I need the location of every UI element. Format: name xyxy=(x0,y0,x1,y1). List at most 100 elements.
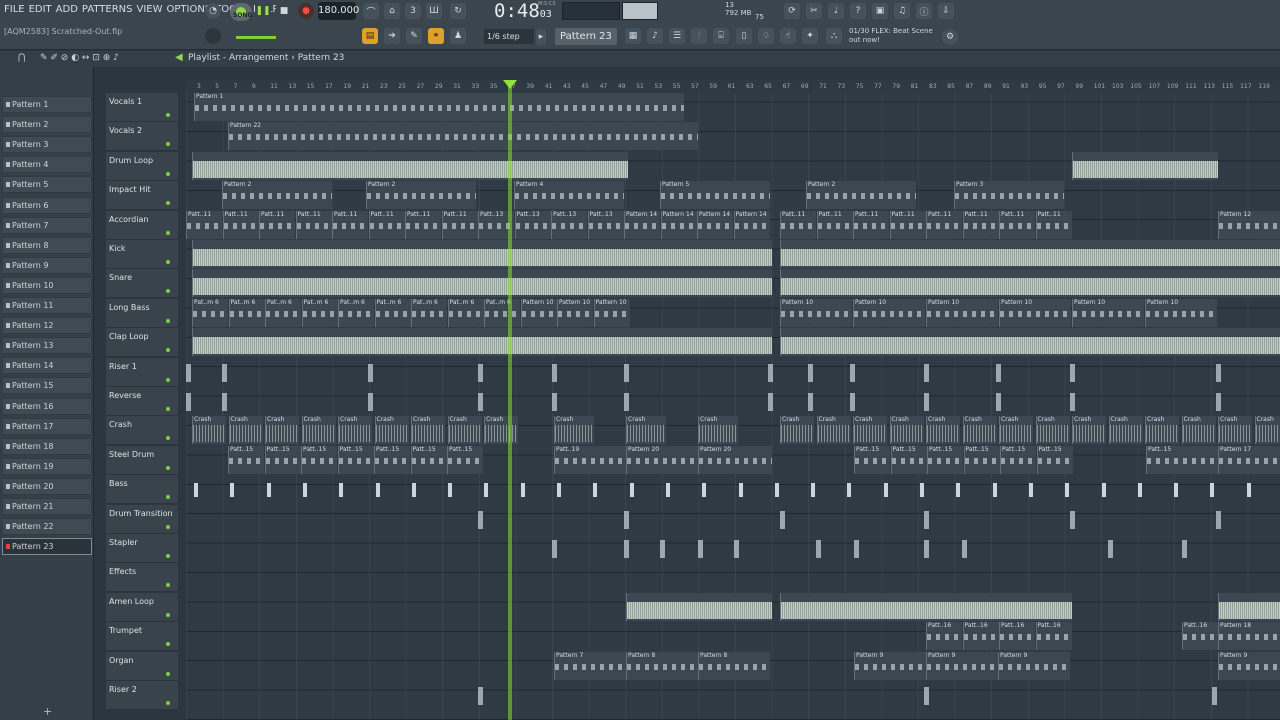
track-header[interactable]: Drum Loop xyxy=(106,151,178,181)
pattern-list-item[interactable]: Pattern 18 xyxy=(2,437,92,455)
track-header[interactable]: Vocals 1 xyxy=(106,93,178,122)
playlist-clip[interactable]: Pattern 9 xyxy=(998,651,1070,680)
bass-note-clip[interactable] xyxy=(883,483,888,498)
track-header[interactable]: Crash xyxy=(106,416,178,446)
playlist-clip[interactable]: Patt..13 xyxy=(587,210,624,239)
playlist-clip[interactable] xyxy=(780,240,1280,268)
track-header[interactable]: Riser 1 xyxy=(106,357,178,387)
track-mute-led[interactable] xyxy=(166,436,170,441)
wait-input-icon[interactable]: ⌂ xyxy=(384,3,400,19)
track-header[interactable]: Long Bass xyxy=(106,298,178,328)
marker-clip[interactable] xyxy=(478,393,483,411)
playlist-clip[interactable]: Pattern 8 xyxy=(698,651,770,680)
prev-pattern-icon[interactable]: ▸ xyxy=(536,29,546,45)
playlist-clip[interactable]: Crash xyxy=(780,416,814,445)
playlist-clip[interactable]: Patt..16 xyxy=(1182,622,1218,651)
marker-clip[interactable] xyxy=(186,393,191,411)
playlist-clip[interactable]: Pattern 10 xyxy=(557,298,593,327)
playlist-clip[interactable]: Patt..11 xyxy=(405,210,441,239)
playlist-clip[interactable]: Pattern 20 xyxy=(626,445,698,474)
playlist-clip[interactable]: Crash xyxy=(816,416,851,445)
track-header[interactable]: Trumpet xyxy=(106,622,178,652)
playlist-clip[interactable]: Patt..11 xyxy=(295,210,332,239)
pattern-mode-icon[interactable]: ▤ xyxy=(362,28,378,44)
bass-note-clip[interactable] xyxy=(448,483,453,498)
playlist-clip[interactable] xyxy=(780,592,1072,621)
master-volume-slider[interactable] xyxy=(236,36,276,39)
playlist-clip[interactable]: Patt..11 xyxy=(889,210,926,239)
pattern-list-item[interactable]: Pattern 3 xyxy=(2,136,92,154)
playlist-clip[interactable]: Pattern 17 xyxy=(1218,445,1280,474)
bass-note-clip[interactable] xyxy=(738,483,743,498)
playlist-clip[interactable]: Pattern 3 xyxy=(954,181,1064,210)
pattern-list-item[interactable]: Pattern 7 xyxy=(2,216,92,234)
playlist-clip[interactable]: Patt..11 xyxy=(186,210,222,239)
marker-clip[interactable] xyxy=(924,393,929,411)
stop-icon[interactable]: ■ xyxy=(276,3,292,19)
playlist-clip[interactable]: Pattern 10 xyxy=(999,298,1071,327)
playlist-clip[interactable]: Patt..15 xyxy=(264,445,301,474)
pattern-list-item[interactable]: Pattern 6 xyxy=(2,196,92,214)
track-header[interactable]: Reverse xyxy=(106,387,178,416)
mic-icon[interactable]: ♩ xyxy=(828,3,844,19)
tempo-display[interactable]: 180.000 xyxy=(318,2,359,20)
playlist-clip[interactable]: Pat..m 6 xyxy=(374,298,411,327)
playlist-clip[interactable]: Crash xyxy=(1035,416,1070,445)
bass-note-clip[interactable] xyxy=(956,483,961,498)
marker-clip[interactable] xyxy=(1216,510,1221,529)
pattern-list-item[interactable]: Pattern 1 xyxy=(2,96,92,113)
track-mute-led[interactable] xyxy=(166,318,170,323)
playlist-clip[interactable]: Crash xyxy=(554,416,594,445)
snap-selector[interactable]: 1/6 step xyxy=(484,29,534,44)
master-pitch-knob[interactable] xyxy=(205,28,221,44)
pattern-list-item[interactable]: Pattern 2 xyxy=(2,116,92,134)
playlist-clip[interactable]: Patt..11 xyxy=(962,210,999,239)
track-mute-led[interactable] xyxy=(166,230,170,235)
playlist-clip[interactable]: Crash xyxy=(926,416,960,445)
bass-note-clip[interactable] xyxy=(629,483,634,498)
marker-clip[interactable] xyxy=(1182,540,1187,558)
wrench-icon[interactable]: ✦ xyxy=(802,28,818,44)
playlist-clip[interactable]: Patt..15 xyxy=(963,445,1000,474)
playlist-clip[interactable] xyxy=(192,328,772,357)
menu-file[interactable]: FILE xyxy=(4,3,25,16)
track-header[interactable]: Clap Loop xyxy=(106,328,178,358)
track-header[interactable]: Riser 2 xyxy=(106,681,178,710)
add-pattern-icon[interactable]: + xyxy=(43,705,52,718)
playlist-clip[interactable] xyxy=(1218,592,1280,621)
playlist-clip[interactable]: Patt..11 xyxy=(368,210,405,239)
menu-view[interactable]: VIEW xyxy=(137,3,163,16)
track-mute-led[interactable] xyxy=(166,642,170,647)
playlist-clip[interactable]: Patt..16 xyxy=(926,622,962,651)
playlist-clip[interactable]: Pattern 12 xyxy=(1218,210,1280,239)
plugin-picker-icon[interactable]: ♢ xyxy=(758,28,774,44)
marker-clip[interactable] xyxy=(850,363,855,382)
timeline-ruler[interactable]: 3579111315171921232527293133353739414345… xyxy=(186,80,1280,93)
bass-note-clip[interactable] xyxy=(702,483,707,498)
menu-patterns[interactable]: PATTERNS xyxy=(82,3,133,16)
bass-note-clip[interactable] xyxy=(1174,483,1179,498)
playlist-clip[interactable]: Crash xyxy=(228,416,263,445)
playlist-clip[interactable]: Pattern 10 xyxy=(1145,298,1217,327)
playlist-clip[interactable]: Patt..11 xyxy=(222,210,259,239)
playlist-clip[interactable]: Patt..11 xyxy=(926,210,962,239)
marker-clip[interactable] xyxy=(996,363,1001,382)
marker-clip[interactable] xyxy=(698,540,703,558)
step-edit-icon[interactable]: Ш xyxy=(426,3,442,19)
pattern-list-item[interactable]: Pattern 11 xyxy=(2,297,92,314)
playlist-clip[interactable]: Crash xyxy=(698,416,738,445)
pattern-list-item[interactable]: Pattern 10 xyxy=(2,276,92,294)
playlist-clip[interactable]: Crash xyxy=(1145,416,1179,445)
track-header[interactable]: Snare xyxy=(106,269,178,299)
bass-note-clip[interactable] xyxy=(557,483,561,498)
playlist-clip[interactable]: Pattern 9 xyxy=(1218,651,1280,680)
playlist-clip[interactable]: Pattern 10 xyxy=(780,298,852,327)
plugin-icon[interactable]: ♫ xyxy=(894,3,910,19)
marker-clip[interactable] xyxy=(478,510,483,529)
playlist-clip[interactable]: Patt..11 xyxy=(259,210,295,239)
playlist-clip[interactable]: Crash xyxy=(192,416,226,445)
playlist-clip[interactable] xyxy=(780,328,1280,357)
playlist-clip[interactable]: Patt..15 xyxy=(1036,445,1073,474)
playlist-clip[interactable]: Pattern 2 xyxy=(222,181,332,210)
download-icon[interactable]: ⇩ xyxy=(938,3,954,19)
